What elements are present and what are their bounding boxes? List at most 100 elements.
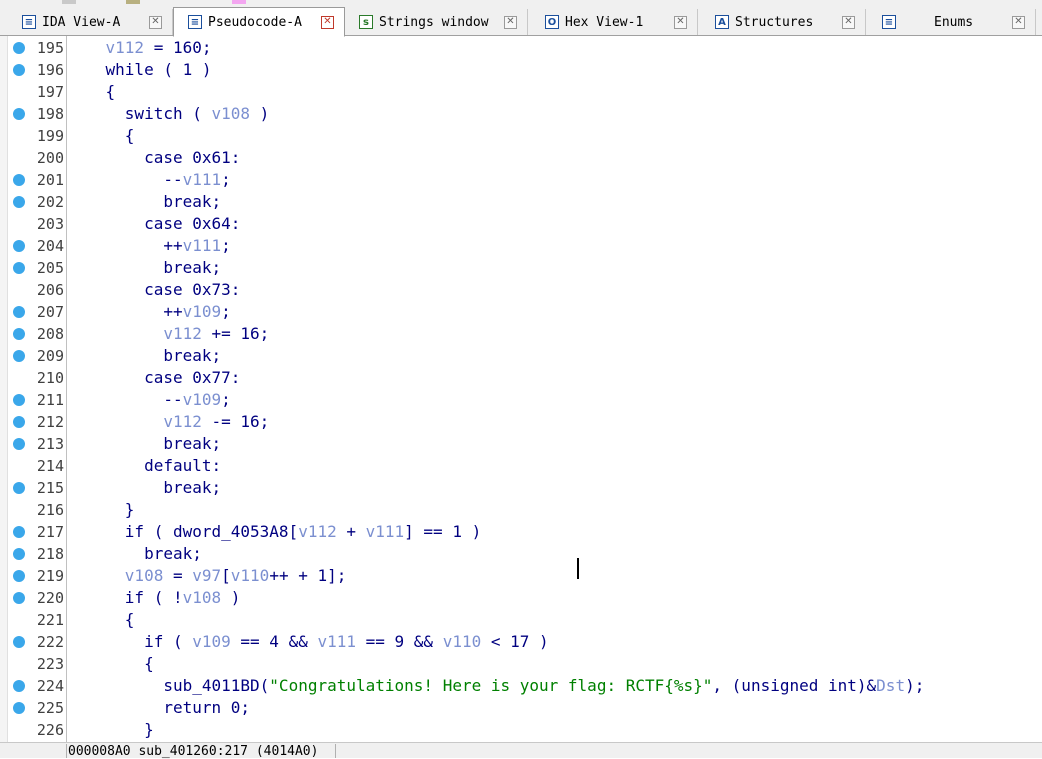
tab-pseudocode[interactable]: ≡ Pseudocode-A ✕ xyxy=(173,7,345,37)
code-text[interactable]: if ( !v108 ) xyxy=(67,587,241,609)
code-line[interactable]: 212 v112 -= 16; xyxy=(0,411,1042,433)
code-line[interactable]: 200 case 0x61: xyxy=(0,147,1042,169)
code-line[interactable]: 216 } xyxy=(0,499,1042,521)
code-text[interactable]: case 0x73: xyxy=(67,279,240,301)
code-line[interactable]: 220 if ( !v108 ) xyxy=(0,587,1042,609)
code-text[interactable]: sub_4011BD("Congratulations! Here is you… xyxy=(67,675,924,697)
breakpoint-dot-icon[interactable] xyxy=(13,416,25,428)
code-line[interactable]: 223 { xyxy=(0,653,1042,675)
breakpoint-dot-icon[interactable] xyxy=(13,350,25,362)
code-text[interactable]: break; xyxy=(67,543,202,565)
code-text[interactable]: break; xyxy=(67,345,221,367)
code-text[interactable]: { xyxy=(67,653,154,675)
code-line[interactable]: 203 case 0x64: xyxy=(0,213,1042,235)
code-text[interactable]: v108 = v97[v110++ + 1]; xyxy=(67,565,347,587)
tab-structures[interactable]: A Structures ✕ xyxy=(698,9,866,35)
code-text[interactable]: { xyxy=(67,81,116,103)
code-text[interactable]: } xyxy=(67,719,154,741)
breakpoint-dot-icon[interactable] xyxy=(13,174,25,186)
close-icon[interactable]: ✕ xyxy=(1012,15,1025,29)
breakpoint-dot-icon[interactable] xyxy=(13,64,25,76)
code-text[interactable]: v112 -= 16; xyxy=(67,411,269,433)
tab-strings-window[interactable]: s Strings window ✕ xyxy=(345,9,528,35)
code-text[interactable]: if ( dword_4053A8[v112 + v111] == 1 ) xyxy=(67,521,481,543)
breakpoint-dot-icon[interactable] xyxy=(13,306,25,318)
breakpoint-dot-icon[interactable] xyxy=(13,482,25,494)
code-line[interactable]: 206 case 0x73: xyxy=(0,279,1042,301)
breakpoint-dot-icon[interactable] xyxy=(13,394,25,406)
breakpoint-dot-icon[interactable] xyxy=(13,438,25,450)
code-line[interactable]: 219 v108 = v97[v110++ + 1]; xyxy=(0,565,1042,587)
code-line[interactable]: 205 break; xyxy=(0,257,1042,279)
code-text[interactable]: { xyxy=(67,609,135,631)
code-line[interactable]: 225 return 0; xyxy=(0,697,1042,719)
code-line[interactable]: 218 break; xyxy=(0,543,1042,565)
code-line[interactable]: 210 case 0x77: xyxy=(0,367,1042,389)
code-line[interactable]: 226 } xyxy=(0,719,1042,741)
code-text[interactable]: case 0x64: xyxy=(67,213,240,235)
close-icon[interactable]: ✕ xyxy=(149,15,162,29)
status-address: 000008A0 sub_401260:217 (4014A0) xyxy=(68,744,319,759)
code-text[interactable]: break; xyxy=(67,191,221,213)
code-line[interactable]: 211 --v109; xyxy=(0,389,1042,411)
code-line[interactable]: 197 { xyxy=(0,81,1042,103)
code-text[interactable]: switch ( v108 ) xyxy=(67,103,270,125)
code-line[interactable]: 215 break; xyxy=(0,477,1042,499)
breakpoint-dot-icon[interactable] xyxy=(13,42,25,54)
close-icon[interactable]: ✕ xyxy=(321,15,334,29)
breakpoint-dot-icon[interactable] xyxy=(13,592,25,604)
code-line[interactable]: 217 if ( dword_4053A8[v112 + v111] == 1 … xyxy=(0,521,1042,543)
tab-ida-view[interactable]: ≡ IDA View-A ✕ xyxy=(8,9,173,35)
code-text[interactable]: --v111; xyxy=(67,169,230,191)
breakpoint-dot-icon[interactable] xyxy=(13,548,25,560)
code-text[interactable]: return 0; xyxy=(67,697,250,719)
pseudocode-editor[interactable]: 195 v112 = 160; 196 while ( 1 ) 197 {198 s… xyxy=(0,36,1042,742)
code-text[interactable]: case 0x77: xyxy=(67,367,240,389)
code-line[interactable]: 214 default: xyxy=(0,455,1042,477)
code-line[interactable]: 201 --v111; xyxy=(0,169,1042,191)
breakpoint-dot-icon[interactable] xyxy=(13,196,25,208)
code-line[interactable]: 208 v112 += 16; xyxy=(0,323,1042,345)
code-line[interactable]: 222 if ( v109 == 4 && v111 == 9 && v110 … xyxy=(0,631,1042,653)
code-text[interactable]: ++v111; xyxy=(67,235,230,257)
close-icon[interactable]: ✕ xyxy=(674,15,687,29)
close-icon[interactable]: ✕ xyxy=(504,15,517,29)
code-line[interactable]: 207 ++v109; xyxy=(0,301,1042,323)
breakpoint-dot-icon[interactable] xyxy=(13,570,25,582)
code-line[interactable]: 213 break; xyxy=(0,433,1042,455)
code-text[interactable]: break; xyxy=(67,433,221,455)
code-text[interactable]: while ( 1 ) xyxy=(67,59,212,81)
code-text[interactable]: break; xyxy=(67,257,221,279)
breakpoint-dot-icon[interactable] xyxy=(13,680,25,692)
code-text[interactable]: break; xyxy=(67,477,221,499)
code-text[interactable]: default: xyxy=(67,455,221,477)
code-line[interactable]: 204 ++v111; xyxy=(0,235,1042,257)
code-line[interactable]: 196 while ( 1 ) xyxy=(0,59,1042,81)
code-text[interactable]: v112 = 160; xyxy=(67,37,212,59)
code-line[interactable]: 198 switch ( v108 ) xyxy=(0,103,1042,125)
breakpoint-dot-icon[interactable] xyxy=(13,702,25,714)
breakpoint-dot-icon[interactable] xyxy=(13,108,25,120)
code-text[interactable]: if ( v109 == 4 && v111 == 9 && v110 < 17… xyxy=(67,631,549,653)
code-text[interactable]: } xyxy=(67,499,135,521)
code-line[interactable]: 202 break; xyxy=(0,191,1042,213)
code-text[interactable]: v112 += 16; xyxy=(67,323,269,345)
code-text[interactable]: { xyxy=(67,125,135,147)
code-line[interactable]: 221 { xyxy=(0,609,1042,631)
breakpoint-dot-icon[interactable] xyxy=(13,636,25,648)
code-text[interactable]: ++v109; xyxy=(67,301,230,323)
code-line[interactable]: 195 v112 = 160; xyxy=(0,37,1042,59)
code-text[interactable]: case 0x61: xyxy=(67,147,240,169)
breakpoint-dot-icon[interactable] xyxy=(13,328,25,340)
code-line[interactable]: 224 sub_4011BD("Congratulations! Here is… xyxy=(0,675,1042,697)
breakpoint-dot-icon[interactable] xyxy=(13,262,25,274)
code-line[interactable]: 209 break; xyxy=(0,345,1042,367)
tab-enums[interactable]: ≡ Enums ✕ xyxy=(866,9,1036,35)
code-token: ) xyxy=(250,104,270,123)
breakpoint-dot-icon[interactable] xyxy=(13,240,25,252)
tab-hex-view[interactable]: O Hex View-1 ✕ xyxy=(528,9,698,35)
code-line[interactable]: 199 { xyxy=(0,125,1042,147)
breakpoint-dot-icon[interactable] xyxy=(13,526,25,538)
close-icon[interactable]: ✕ xyxy=(842,15,855,29)
code-text[interactable]: --v109; xyxy=(67,389,230,411)
